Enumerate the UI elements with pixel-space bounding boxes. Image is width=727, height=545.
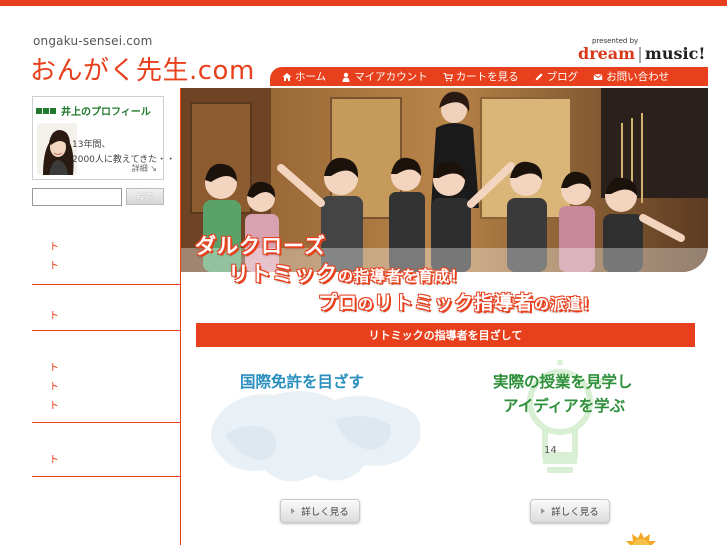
profile-more-link[interactable]: 詳細 ↘ bbox=[132, 163, 157, 174]
nav-contact[interactable]: お問い合わせ bbox=[593, 69, 669, 84]
feature-number: 14 bbox=[544, 445, 557, 456]
sidebar-link[interactable]: ト bbox=[32, 397, 180, 416]
hero-line3-part-d: の派遣！ bbox=[534, 295, 599, 313]
pencil-icon bbox=[534, 72, 544, 82]
sidebar-link[interactable]: ト bbox=[32, 378, 180, 397]
sidebar-link[interactable]: ト bbox=[32, 451, 180, 470]
brand-bang: ! bbox=[698, 44, 706, 63]
sidebar-divider bbox=[32, 476, 180, 477]
feature-1-more-label: 詳しく見る bbox=[301, 507, 349, 518]
brand-separator: | bbox=[637, 44, 643, 63]
feature-observe-class-title-line1: 実際の授業を見学し bbox=[493, 373, 633, 391]
square-bullet-icon bbox=[43, 107, 49, 114]
hero-headline-line3: プロのリトミック指導者の派遣！ bbox=[318, 288, 598, 315]
sidebar-link[interactable]: ト bbox=[32, 359, 180, 378]
hero-line2-part-b: の指導者を育成！ bbox=[338, 267, 467, 285]
section-title-bar: リトミックの指導者を目ざして bbox=[196, 323, 695, 347]
profile-more-label: 詳細 bbox=[131, 164, 148, 173]
feature-2-more-button[interactable]: 詳しく見る bbox=[530, 499, 610, 523]
sidebar-link[interactable]: ト bbox=[32, 257, 180, 276]
sidebar: 井上のプロフィール 13年間、 2000人に教えてきた・・ 詳細 ↘ 検索 ト … bbox=[0, 88, 180, 545]
mail-icon bbox=[593, 72, 603, 82]
hero-line3-part-b: の bbox=[358, 295, 375, 313]
profile-heading: 井上のプロフィール bbox=[36, 103, 151, 118]
hero-headline-line1: ダルクローズ bbox=[195, 234, 326, 258]
site-url: ongaku-sensei.com bbox=[33, 34, 153, 48]
feature-observe-class-title-line2: アイディアを学ぶ bbox=[503, 397, 626, 415]
square-bullet-icon bbox=[50, 107, 56, 114]
dream-music-logo[interactable]: dream | music! bbox=[578, 44, 705, 63]
nav-cart-label: カートを見る bbox=[455, 71, 519, 83]
sidebar-link[interactable]: ト bbox=[32, 307, 180, 326]
nav-blog[interactable]: ブログ bbox=[534, 69, 579, 84]
nav-contact-label: お問い合わせ bbox=[606, 71, 670, 83]
sidebar-links: ト ト ト ト ト ト ト bbox=[32, 238, 180, 477]
hero-line3-part-c: リトミック指導者 bbox=[374, 292, 535, 314]
arrow-icon: ↘ bbox=[150, 164, 157, 173]
home-icon bbox=[282, 72, 292, 82]
profile-box[interactable]: 井上のプロフィール 13年間、 2000人に教えてきた・・ 詳細 ↘ bbox=[32, 96, 175, 180]
nav-home[interactable]: ホーム bbox=[282, 69, 326, 84]
search-input[interactable] bbox=[32, 188, 122, 206]
brand-music: music bbox=[644, 44, 699, 63]
cart-icon bbox=[443, 72, 453, 82]
nav-home-label: ホーム bbox=[295, 71, 327, 83]
nav-cart[interactable]: カートを見る bbox=[443, 69, 519, 84]
sidebar-link[interactable]: ト bbox=[32, 238, 180, 257]
sun-icon bbox=[626, 532, 656, 545]
feature-1-more-button[interactable]: 詳しく見る bbox=[280, 499, 360, 523]
site-logo-title[interactable]: おんがく先生.com bbox=[30, 50, 255, 87]
search-button[interactable]: 検索 bbox=[126, 188, 164, 205]
nav-my-account[interactable]: マイアカウント bbox=[341, 69, 428, 84]
profile-text-years: 13年間、 bbox=[72, 140, 111, 150]
square-bullet-icon bbox=[36, 107, 42, 114]
avatar bbox=[37, 123, 77, 175]
person-icon bbox=[341, 72, 351, 82]
main-nav: ホーム マイアカウント カートを見る ブログ お問い合わせ bbox=[270, 67, 708, 86]
triangle-right-icon bbox=[291, 508, 296, 514]
profile-heading-label: 井上のプロフィール bbox=[61, 107, 151, 118]
nav-my-account-label: マイアカウント bbox=[354, 71, 428, 83]
triangle-right-icon bbox=[541, 508, 546, 514]
profile-text-students: 2000人に教えてきた・・ bbox=[72, 155, 176, 165]
feature-2-more-label: 詳しく見る bbox=[551, 507, 599, 518]
hero-line3-part-a: プロ bbox=[318, 292, 359, 314]
hero-headline-line2: リトミックの指導者を育成！ bbox=[228, 258, 466, 288]
top-accent-bar bbox=[0, 0, 727, 6]
nav-blog-label: ブログ bbox=[546, 71, 579, 83]
hero-line2-part-a: リトミック bbox=[228, 262, 338, 286]
brand-dream: dream bbox=[578, 44, 636, 63]
feature-international-license-title: 国際免許を目ざす bbox=[240, 373, 365, 391]
